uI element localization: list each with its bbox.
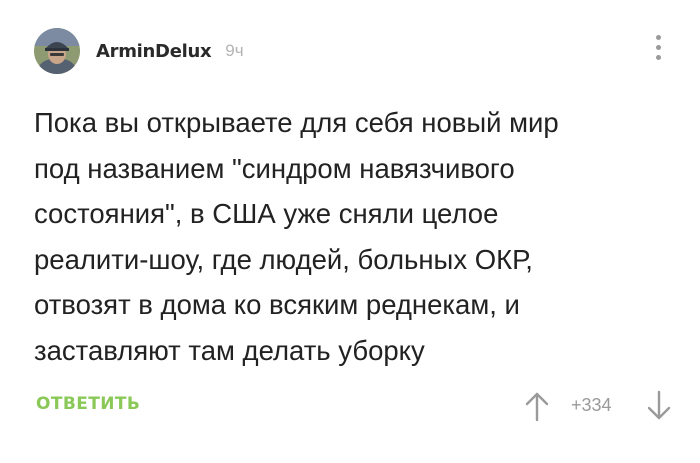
more-vertical-icon: [655, 35, 661, 40]
comment-header: ArminDelux 9ч: [34, 27, 244, 75]
comment-text-line: под названием "синдром навязчивого: [34, 152, 515, 184]
rating-score: +334: [571, 395, 612, 415]
comment-text-line: отвозят в дома ко всяким реднекам, и: [34, 289, 520, 321]
avatar-icon: [34, 28, 80, 74]
comment-text: Пока вы открываете для себя новый мир по…: [34, 100, 666, 374]
vote-up-button[interactable]: [524, 390, 550, 422]
arrow-down-icon: [647, 390, 671, 420]
avatar[interactable]: [34, 28, 80, 74]
vote-down-button[interactable]: [646, 390, 672, 422]
username[interactable]: ArminDelux: [96, 41, 212, 62]
timestamp: 9ч: [225, 41, 244, 60]
reply-button[interactable]: ОТВЕТИТЬ: [36, 394, 140, 414]
comment-text-line: заставляют там делать уборку: [34, 334, 425, 366]
comment-text-line: Пока вы открываете для себя новый мир: [34, 107, 559, 138]
comment-text-line: реалити-шоу, где людей, больных ОКР,: [34, 243, 533, 275]
more-vertical-icon: [655, 45, 661, 50]
more-vertical-icon: [655, 55, 661, 60]
more-options-button[interactable]: [650, 35, 666, 67]
arrow-up-icon: [525, 392, 549, 422]
comment-text-line: состояния", в США уже сняли целое: [34, 198, 499, 230]
comment: ArminDelux 9ч Пока вы открываете для себ…: [0, 0, 700, 463]
